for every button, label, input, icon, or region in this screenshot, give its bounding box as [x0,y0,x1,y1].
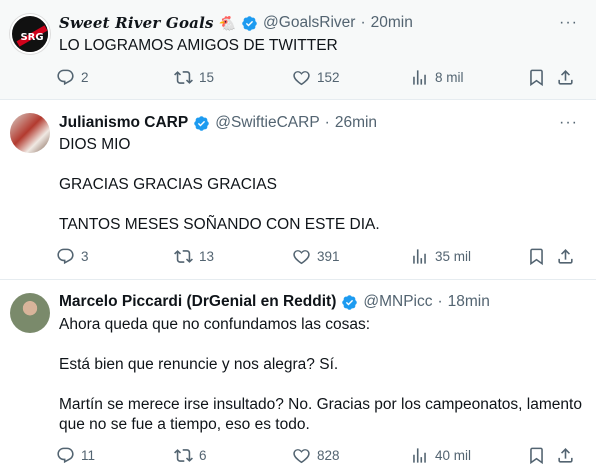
tweet-card[interactable]: Julianismo CARP @SwiftieCARP · 26min ···… [0,100,596,280]
retweet-icon [174,449,193,462]
bookmark-button[interactable] [527,446,546,465]
tweet-actions: 2 15 152 8 mil [56,68,586,90]
retweet-icon [174,71,193,84]
tweet-card[interactable]: Marcelo Piccardi (DrGenial en Reddit) @M… [0,280,596,466]
tweet-header: Marcelo Piccardi (DrGenial en Reddit) @M… [59,292,490,312]
retweet-count: 6 [199,448,207,463]
svg-text:SRG: SRG [20,32,43,43]
retweet-button[interactable]: 15 [174,68,214,87]
views-chart-icon [413,448,426,463]
bookmark-icon [530,248,543,266]
share-icon [558,448,573,463]
reply-icon [57,248,74,265]
avatar[interactable] [10,293,50,333]
like-button[interactable]: 828 [292,446,340,465]
tweet-time[interactable]: 26min [335,114,377,132]
bookmark-button[interactable] [527,247,546,266]
reply-button[interactable]: 3 [56,247,89,266]
author-handle[interactable]: @MNPicc [363,293,432,311]
author-name[interactable]: Marcelo Piccardi (DrGenial en Reddit) [59,293,336,311]
views-count: 8 mil [435,70,464,85]
avatar[interactable]: SRG [10,14,50,54]
chicken-emoji-icon: 🐔 [218,14,237,31]
more-options-button[interactable]: ··· [559,114,578,132]
tweet-text: Ahora queda que no confundamos las cosas… [59,316,582,433]
reply-button[interactable]: 11 [56,446,95,465]
views-chart-icon [413,249,426,264]
heart-icon [293,250,310,265]
avatar[interactable] [10,113,50,153]
share-button[interactable] [556,247,575,266]
share-button[interactable] [556,68,575,87]
tweet-actions: 11 6 828 40 mil [56,446,586,466]
heart-icon [293,71,310,86]
reply-count: 11 [81,448,96,463]
bookmark-icon [530,447,543,465]
share-icon [558,70,573,85]
like-count: 391 [317,249,340,264]
separator-dot: · [437,293,443,310]
retweet-count: 13 [199,249,215,264]
author-name[interactable]: Sweet River Goals [59,14,214,32]
tweet-header: Sweet River Goals 🐔 @GoalsRiver · 20min [59,13,413,33]
views-button[interactable]: 8 mil [410,68,464,87]
views-count: 35 mil [435,249,472,264]
bookmark-button[interactable] [527,68,546,87]
reply-icon [57,69,74,86]
tweet-text: LO LOGRAMOS AMIGOS DE TWITTER [59,37,338,54]
like-count: 152 [317,70,340,85]
author-name[interactable]: Julianismo CARP [59,114,188,132]
separator-dot: · [324,114,330,131]
like-button[interactable]: 391 [292,247,340,266]
tweet-header: Julianismo CARP @SwiftieCARP · 26min [59,113,377,133]
heart-icon [293,449,310,464]
retweet-count: 15 [199,70,215,85]
like-count: 828 [317,448,340,463]
tweet-card[interactable]: SRG Sweet River Goals 🐔 @GoalsRiver · 20… [0,0,596,100]
like-button[interactable]: 152 [292,68,340,87]
author-handle[interactable]: @SwiftieCARP [215,114,319,132]
reply-count: 2 [81,70,89,85]
share-button[interactable] [556,446,575,465]
share-icon [558,249,573,264]
more-options-button[interactable]: ··· [559,14,578,32]
tweet-text: DIOS MIO GRACIAS GRACIAS GRACIAS TANTOS … [59,136,380,233]
views-button[interactable]: 35 mil [410,247,471,266]
retweet-button[interactable]: 6 [174,446,207,465]
bookmark-icon [530,69,543,87]
retweet-button[interactable]: 13 [174,247,214,266]
retweet-icon [174,250,193,263]
author-handle[interactable]: @GoalsRiver [263,14,355,32]
river-logo-icon: SRG [14,18,48,52]
views-chart-icon [413,70,426,85]
views-count: 40 mil [435,448,472,463]
tweet-time[interactable]: 20min [371,14,413,32]
tweet-actions: 3 13 391 35 mil [56,247,586,269]
verified-badge-icon [342,294,358,310]
views-button[interactable]: 40 mil [410,446,471,465]
reply-button[interactable]: 2 [56,68,89,87]
tweet-time[interactable]: 18min [448,293,490,311]
separator-dot: · [360,14,366,31]
verified-badge-icon [194,115,209,131]
reply-icon [57,447,74,464]
verified-badge-icon [242,15,257,31]
reply-count: 3 [81,249,89,264]
